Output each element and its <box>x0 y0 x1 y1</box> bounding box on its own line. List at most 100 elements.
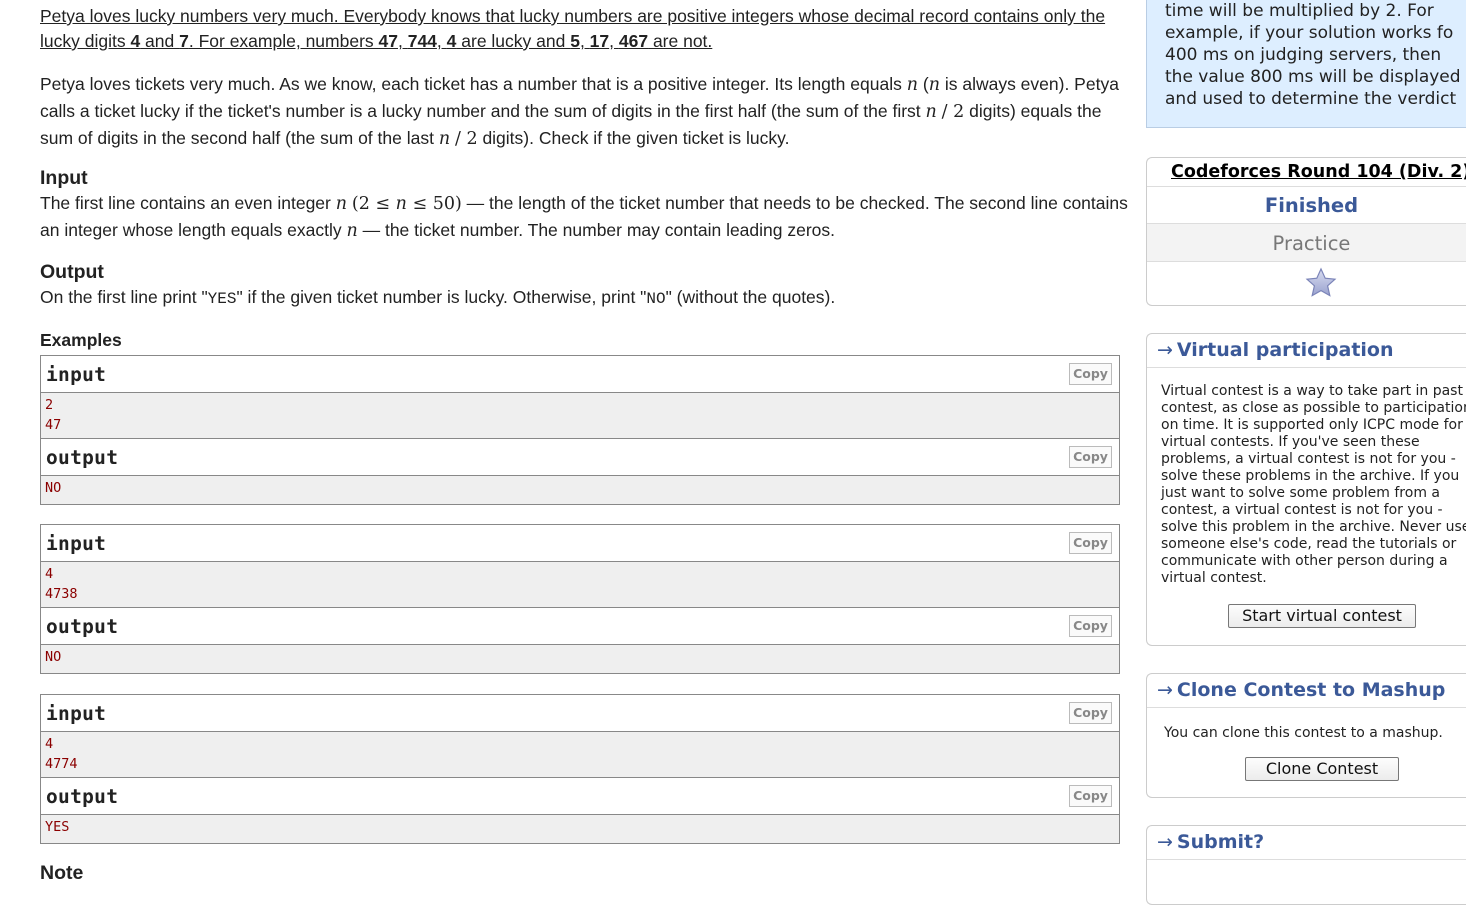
output-label: output <box>46 615 119 638</box>
example-1: input Copy 2 47 output Copy NO <box>40 355 1120 505</box>
text: On the first line print " <box>40 287 208 307</box>
input-label: input <box>46 702 107 725</box>
output-label: output <box>46 785 119 808</box>
example-output-body: NO <box>41 645 1119 673</box>
text: and <box>140 31 180 51</box>
example-input-header: input Copy <box>41 695 1119 732</box>
text: . For example, numbers <box>188 31 379 51</box>
math-n: n <box>906 75 918 95</box>
sample-line: NO <box>45 480 62 496</box>
copy-button[interactable]: Copy <box>1069 615 1112 637</box>
math-n: n <box>335 194 348 214</box>
text: digits). Check if the given ticket is lu… <box>477 128 790 148</box>
start-virtual-contest-button[interactable]: Start virtual contest <box>1228 604 1416 628</box>
example-input-body: 4 4774 <box>41 732 1119 778</box>
input-title: Input <box>40 167 88 189</box>
math-half: / 2 <box>941 102 965 122</box>
virtual-participation-title: → Virtual participation <box>1147 334 1466 368</box>
time-limit-notice: time will be multiplied by 2. For exampl… <box>1146 0 1466 128</box>
clone-contest-box: → Clone Contest to Mashup You can clone t… <box>1146 673 1466 798</box>
copy-button[interactable]: Copy <box>1069 785 1112 807</box>
text: The first line contains an even integer <box>40 193 336 213</box>
clone-contest-text: You can clone this contest to a mashup. <box>1164 725 1443 741</box>
sample-line: YES <box>45 819 70 835</box>
title-text: Submit? <box>1176 831 1265 853</box>
text: , <box>609 31 619 51</box>
text: — the length of the ticket number that n… <box>461 193 1128 213</box>
math-range: (2 ≤ n ≤ 50) <box>352 194 462 214</box>
note-title: Note <box>40 862 84 884</box>
text: , <box>397 31 408 51</box>
example-output-body: YES <box>41 815 1119 843</box>
text: sum of digits in the second half (the su… <box>40 128 439 148</box>
example-output-header: output Copy <box>41 778 1119 815</box>
example-2: input Copy 4 4738 output Copy NO <box>40 524 1120 674</box>
text: " (without the quotes). <box>665 287 836 307</box>
yes-token: YES <box>207 290 237 308</box>
contest-info-box: Codeforces Round 104 (Div. 2) Finished P… <box>1146 157 1466 306</box>
input-line-1: The first line contains an even integer … <box>40 190 1130 217</box>
text: calls a ticket lucky if the ticket's num… <box>40 101 926 121</box>
star-icon[interactable] <box>1305 267 1337 299</box>
submit-box: → Submit? <box>1146 825 1466 905</box>
example-input-body: 4 4738 <box>41 562 1119 608</box>
text: ( <box>917 74 929 94</box>
text: , <box>579 31 590 51</box>
examples-title: Examples <box>40 330 122 350</box>
title-text: Clone Contest to Mashup <box>1176 679 1446 701</box>
output-label: output <box>46 446 119 469</box>
input-line-2: an integer whose length equals exactly n… <box>40 217 1130 244</box>
example-input-body: 2 47 <box>41 393 1119 439</box>
favourite-star-row <box>1147 262 1466 306</box>
text: an integer whose length equals exactly <box>40 220 347 240</box>
copy-button[interactable]: Copy <box>1069 702 1112 724</box>
legend-p2-line-2: calls a ticket lucky if the ticket's num… <box>40 98 1130 125</box>
digit: 4 <box>130 31 141 51</box>
example-3: input Copy 4 4774 output Copy YES <box>40 694 1120 844</box>
output-title: Output <box>40 261 104 283</box>
math-n: n <box>346 221 358 241</box>
legend-p2-line-3: sum of digits in the second half (the su… <box>40 125 1130 152</box>
contest-name-link[interactable]: Codeforces Round 104 (Div. 2) <box>1147 158 1466 187</box>
legend-paragraph-2: Petya loves tickets very much. As we kno… <box>40 71 1130 152</box>
text: — the ticket number. The number may cont… <box>357 220 836 240</box>
input-label: input <box>46 532 107 555</box>
example-input-header: input Copy <box>41 356 1119 393</box>
clone-contest-title: → Clone Contest to Mashup <box>1147 674 1466 708</box>
notice-line: and used to determine the verdict <box>1165 89 1457 109</box>
math-n: n <box>395 194 407 214</box>
output-section: Output On the first line print "YES" if … <box>40 260 1130 312</box>
digit: 7 <box>179 31 189 51</box>
math-n: n <box>925 102 937 122</box>
copy-button[interactable]: Copy <box>1069 532 1112 554</box>
text: are lucky and <box>456 31 571 51</box>
practice-link[interactable]: Practice <box>1147 224 1466 262</box>
sample-line: 2 <box>45 397 54 413</box>
math-n: n <box>438 129 451 149</box>
clone-contest-button[interactable]: Clone Contest <box>1245 757 1399 781</box>
sample-line: 4774 <box>45 755 78 772</box>
number: 4 <box>446 31 457 51</box>
copy-button[interactable]: Copy <box>1069 446 1112 468</box>
arrow-right-icon: → <box>1157 831 1173 853</box>
sample-line: 4738 <box>45 585 78 602</box>
number: 467 <box>618 31 649 51</box>
number: 17 <box>589 31 610 51</box>
sample-line: 47 <box>45 416 62 433</box>
virtual-participation-text: Virtual contest is a way to take part in… <box>1161 383 1466 586</box>
legend-line-1: Petya loves lucky numbers very much. Eve… <box>40 6 1106 26</box>
sample-line: 4 <box>45 736 54 752</box>
text: Petya loves tickets very much. As we kno… <box>40 74 907 94</box>
example-input-header: input Copy <box>41 525 1119 562</box>
submit-title: → Submit? <box>1147 826 1466 860</box>
legend-p2-line-1: Petya loves tickets very much. As we kno… <box>40 71 1130 98</box>
math-half: / 2 <box>454 129 478 149</box>
legend: Petya loves lucky numbers very much. Eve… <box>40 4 1120 54</box>
text: digits) equals the <box>964 101 1102 121</box>
text: " if the given ticket number is lucky. O… <box>236 287 647 307</box>
notice-line: time will be multiplied by 2. For <box>1165 1 1434 21</box>
input-section: Input The first line contains an even in… <box>40 166 1130 244</box>
example-output-header: output Copy <box>41 608 1119 645</box>
example-output-header: output Copy <box>41 439 1119 476</box>
copy-button[interactable]: Copy <box>1069 363 1112 385</box>
